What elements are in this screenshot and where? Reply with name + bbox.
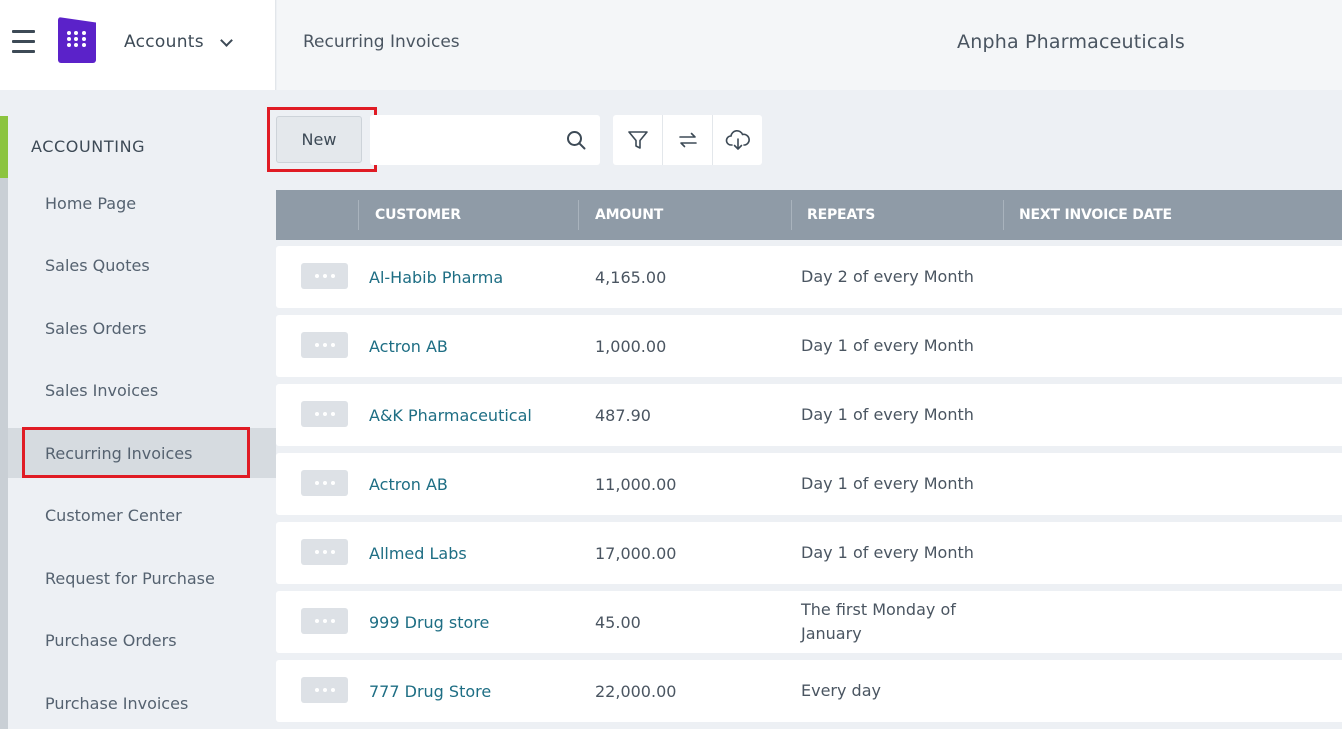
column-separator: [1003, 200, 1004, 230]
column-separator: [358, 200, 359, 230]
sidebar-item-label: Sales Quotes: [45, 255, 150, 275]
table-row: 777 Drug Store 22,000.00 Every day: [276, 660, 1342, 722]
customer-link[interactable]: Actron AB: [369, 453, 448, 515]
app-switcher-label: Accounts: [124, 32, 204, 52]
sidebar-item-label: Purchase Invoices: [45, 693, 189, 713]
repeats-cell: Every day: [801, 681, 881, 700]
app-logo-icon[interactable]: [58, 17, 96, 63]
sidebar-item-label: Purchase Orders: [45, 630, 177, 650]
download-button[interactable]: [713, 115, 762, 165]
cloud-download-icon: [725, 130, 750, 150]
table-row: A&K Pharmaceutical 487.90 Day 1 of every…: [276, 384, 1342, 446]
sidebar-item-recurring-invoices[interactable]: Recurring Invoices: [8, 428, 276, 478]
top-bar: Accounts Recurring Invoices Anpha Pharma…: [0, 0, 1342, 90]
customer-link[interactable]: Al-Habib Pharma: [369, 246, 503, 308]
table-row: Actron AB 1,000.00 Day 1 of every Month: [276, 315, 1342, 377]
amount-cell: 4,165.00: [595, 267, 667, 287]
sidebar-rail: [0, 116, 8, 729]
sidebar-item-customer-center[interactable]: Customer Center: [8, 490, 276, 540]
sidebar-item-label: Customer Center: [45, 505, 182, 525]
sidebar: ACCOUNTING Home Page Sales Quotes Sales …: [0, 90, 276, 729]
repeats-cell: Day 2 of every Month: [801, 267, 974, 286]
sidebar-item-sales-quotes[interactable]: Sales Quotes: [8, 240, 276, 290]
column-separator: [791, 200, 792, 230]
amount-cell: 487.90: [595, 405, 651, 425]
sync-button[interactable]: [663, 115, 713, 165]
column-header-repeats[interactable]: REPEATS: [807, 190, 875, 240]
search-box: [370, 115, 600, 165]
sync-icon: [678, 132, 697, 148]
sidebar-item-request-for-purchase[interactable]: Request for Purchase: [8, 553, 276, 603]
amount-cell: 11,000.00: [595, 474, 677, 494]
sidebar-item-purchase-orders[interactable]: Purchase Orders: [8, 615, 276, 665]
repeats-cell: Day 1 of every Month: [801, 336, 974, 355]
toolbar-actions: [613, 115, 762, 165]
amount-cell: 1,000.00: [595, 336, 667, 356]
customer-link[interactable]: Allmed Labs: [369, 522, 467, 584]
page-title: Recurring Invoices: [303, 32, 460, 52]
filter-icon: [627, 131, 648, 149]
chevron-down-icon: [220, 33, 233, 47]
sidebar-item-home-page[interactable]: Home Page: [8, 178, 276, 228]
repeats-cell: Day 1 of every Month: [801, 543, 974, 562]
repeats-cell: The first Monday of January: [801, 600, 956, 643]
column-header-customer[interactable]: CUSTOMER: [375, 190, 461, 240]
row-actions-button[interactable]: [301, 539, 348, 565]
new-button[interactable]: New: [276, 116, 362, 163]
sidebar-item-sales-orders[interactable]: Sales Orders: [8, 303, 276, 353]
customer-link[interactable]: 999 Drug store: [369, 591, 489, 653]
row-actions-button[interactable]: [301, 608, 348, 634]
row-actions-button[interactable]: [301, 332, 348, 358]
hamburger-icon[interactable]: [12, 30, 35, 54]
table-row: 999 Drug store 45.00 The first Monday of…: [276, 591, 1342, 653]
search-icon[interactable]: [566, 130, 586, 150]
table-row: Actron AB 11,000.00 Day 1 of every Month: [276, 453, 1342, 515]
header-main: Recurring Invoices Anpha Pharmaceuticals: [277, 0, 1342, 90]
search-input[interactable]: [378, 125, 548, 155]
sidebar-item-label: Home Page: [45, 193, 137, 213]
customer-link[interactable]: A&K Pharmaceutical: [369, 384, 532, 446]
sidebar-item-sales-invoices[interactable]: Sales Invoices: [8, 365, 276, 415]
sidebar-item-label: Sales Orders: [45, 318, 147, 338]
table-header: CUSTOMER AMOUNT REPEATS NEXT INVOICE DAT…: [276, 190, 1342, 240]
row-actions-button[interactable]: [301, 401, 348, 427]
sidebar-item-label: Request for Purchase: [45, 568, 215, 588]
amount-cell: 22,000.00: [595, 681, 677, 701]
brand-area: Accounts: [0, 0, 276, 90]
table-row: Al-Habib Pharma 4,165.00 Day 2 of every …: [276, 246, 1342, 308]
table-row: Allmed Labs 17,000.00 Day 1 of every Mon…: [276, 522, 1342, 584]
customer-link[interactable]: Actron AB: [369, 315, 448, 377]
customer-link[interactable]: 777 Drug Store: [369, 660, 491, 722]
sidebar-item-label: Sales Invoices: [45, 380, 159, 400]
app-switcher[interactable]: Accounts: [124, 31, 233, 53]
row-actions-button[interactable]: [301, 470, 348, 496]
column-separator: [578, 200, 579, 230]
sidebar-section-heading: ACCOUNTING: [31, 137, 146, 156]
sidebar-item-purchase-invoices[interactable]: Purchase Invoices: [8, 678, 276, 728]
row-actions-button[interactable]: [301, 677, 348, 703]
company-name: Anpha Pharmaceuticals: [957, 31, 1185, 53]
row-actions-button[interactable]: [301, 263, 348, 289]
repeats-cell: Day 1 of every Month: [801, 474, 974, 493]
column-header-amount[interactable]: AMOUNT: [595, 190, 663, 240]
column-header-next-invoice-date[interactable]: NEXT INVOICE DATE: [1019, 190, 1172, 240]
sidebar-item-label: Recurring Invoices: [45, 443, 193, 463]
sidebar-section-accent: [0, 116, 8, 178]
filter-button[interactable]: [613, 115, 663, 165]
repeats-cell: Day 1 of every Month: [801, 405, 974, 424]
amount-cell: 45.00: [595, 612, 641, 632]
amount-cell: 17,000.00: [595, 543, 677, 563]
